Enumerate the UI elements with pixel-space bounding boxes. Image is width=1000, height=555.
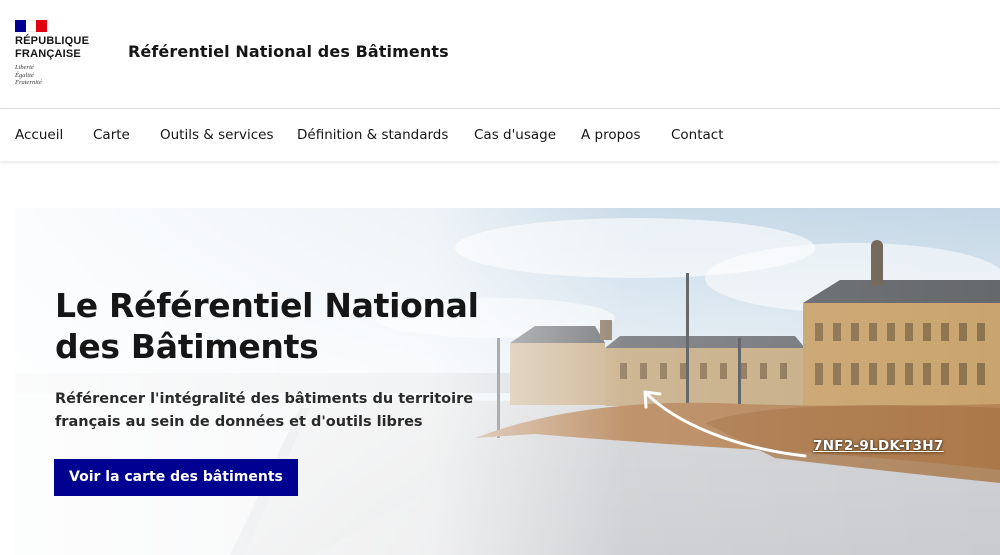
republique-francaise-logo[interactable]: RÉPUBLIQUE FRANÇAISE Liberté Égalité Fra… [15, 20, 105, 87]
nav-item-contact[interactable]: Contact [671, 127, 724, 143]
hero-subtitle: Référencer l'intégralité des bâtiments d… [55, 388, 495, 434]
nav-item-a-propos[interactable]: A propos [581, 127, 640, 143]
nav-item-definition[interactable]: Définition & standards [297, 127, 448, 143]
site-header: RÉPUBLIQUE FRANÇAISE Liberté Égalité Fra… [0, 0, 1000, 109]
hero-subtitle-line-1: Référencer l'intégralité des bâtiments d… [55, 391, 474, 407]
hero-subtitle-line-2: français au sein de données et d'outils … [55, 414, 423, 430]
hero-title: Le Référentiel National des Bâtiments [55, 285, 555, 367]
nav-item-accueil[interactable]: Accueil [15, 127, 63, 143]
motto-fraternite: Fraternité [15, 79, 42, 86]
voir-carte-button[interactable]: Voir la carte des bâtiments [54, 459, 298, 496]
site-title[interactable]: Référentiel National des Bâtiments [128, 42, 449, 61]
motto-liberte: Liberté [15, 64, 34, 71]
building-id-link[interactable]: 7NF2-9LDK-T3H7 [813, 438, 944, 454]
nav-item-outils[interactable]: Outils & services [160, 127, 274, 143]
french-flag-icon [15, 20, 48, 32]
nav-item-carte[interactable]: Carte [93, 127, 130, 143]
logo-motto: Liberté Égalité Fraternité [15, 64, 105, 87]
logo-line-2: FRANÇAISE [15, 48, 81, 60]
hero-title-line-1: Le Référentiel National [55, 286, 479, 325]
bordeaux-place-de-la-bourse-image [15, 208, 1000, 555]
logo-line-1: RÉPUBLIQUE [15, 35, 90, 47]
main-navigation: Accueil Carte Outils & services Définiti… [0, 109, 1000, 161]
hero-banner: Le Référentiel National des Bâtiments Ré… [15, 208, 1000, 555]
motto-egalite: Égalité [15, 71, 34, 79]
nav-item-cas-usage[interactable]: Cas d'usage [474, 127, 556, 143]
hero-title-line-2: des Bâtiments [55, 327, 319, 366]
